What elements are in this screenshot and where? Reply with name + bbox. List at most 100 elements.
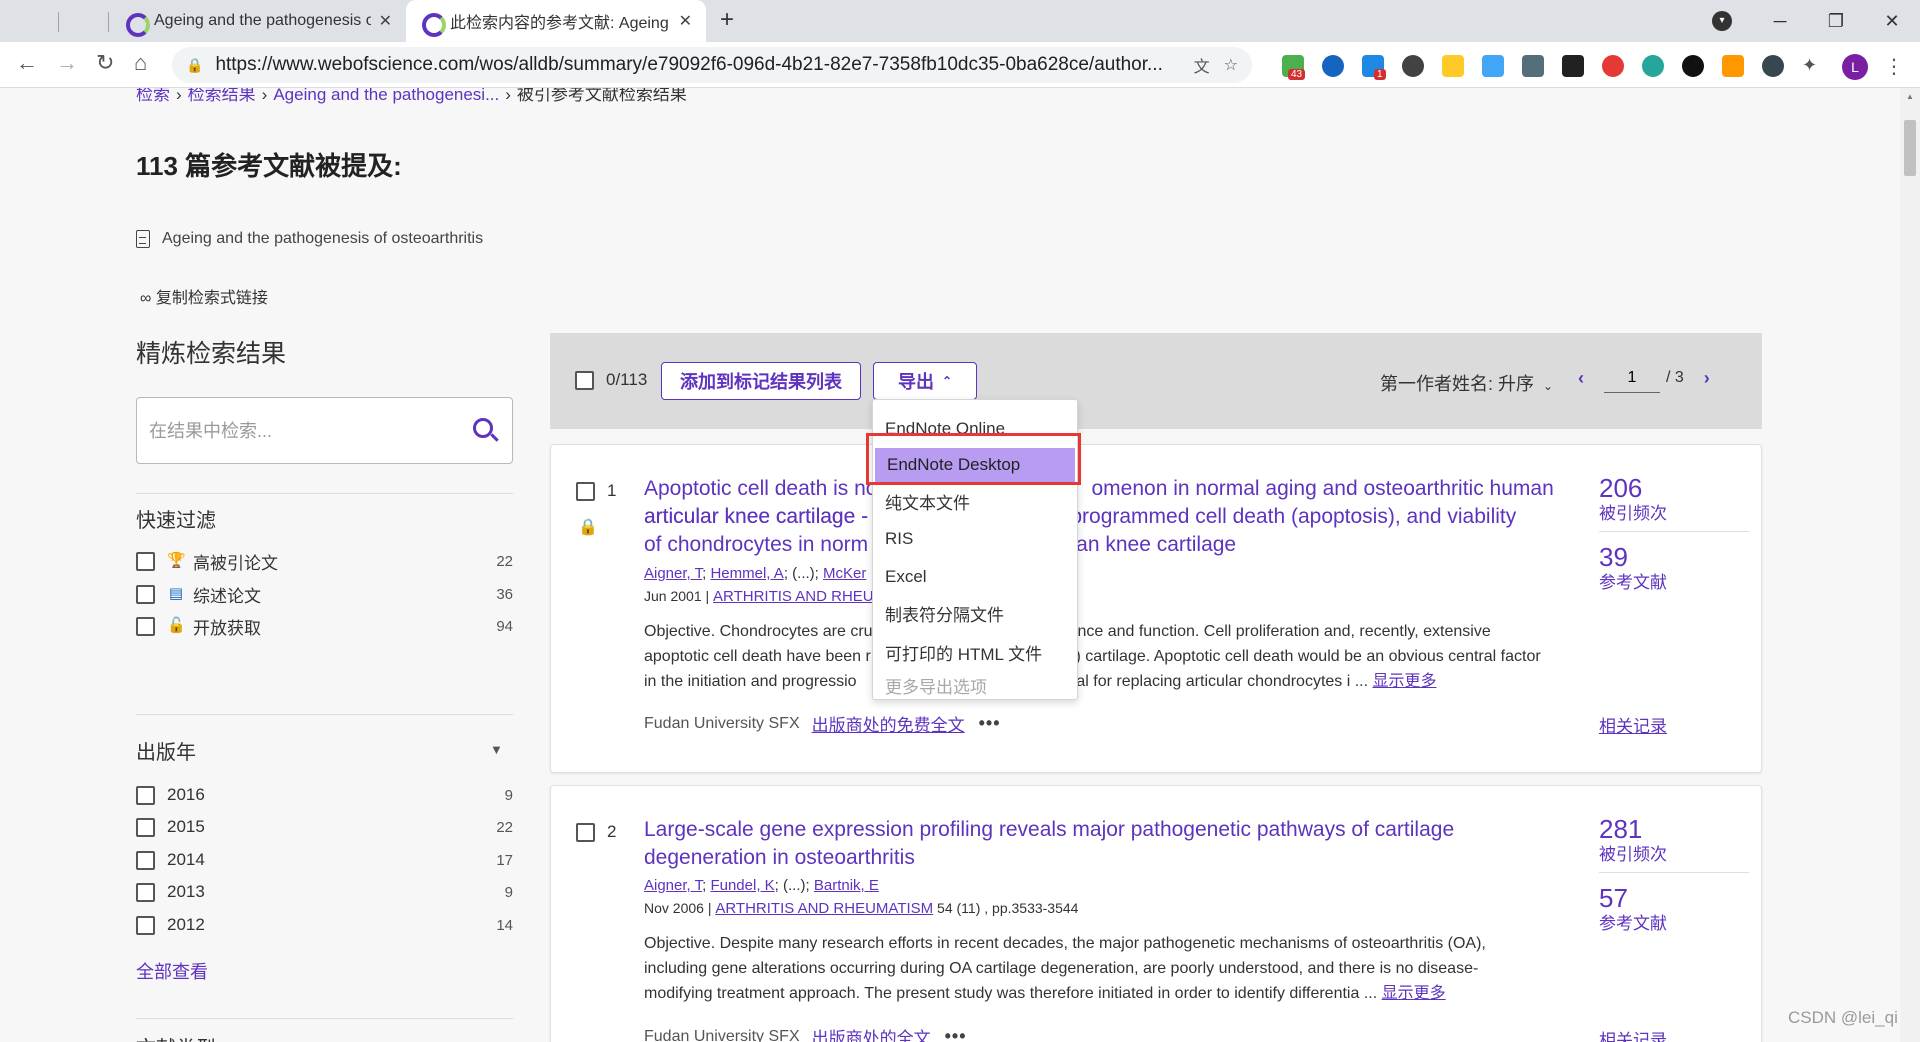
times-cited-count[interactable]: 206	[1599, 473, 1749, 503]
profile-avatar[interactable]: L	[1842, 54, 1868, 80]
checkbox[interactable]	[576, 822, 595, 842]
tab-search-icon[interactable]: ▾	[1712, 11, 1732, 31]
export-button[interactable]: 导出 ⌃	[873, 362, 977, 400]
references-count[interactable]: 39	[1599, 542, 1749, 572]
forward-icon[interactable]: →	[56, 50, 78, 76]
address-bar[interactable]: 🔒 https://www.webofscience.com/wos/alldb…	[172, 47, 1252, 83]
close-icon[interactable]: ✕	[379, 11, 392, 31]
times-cited-count[interactable]: 281	[1599, 814, 1749, 844]
author-link[interactable]: Hemmel, A	[710, 565, 783, 582]
extension-icon[interactable]	[1562, 55, 1584, 77]
result-title-line2-start[interactable]: articular knee cartilage -	[644, 503, 884, 531]
extension-icon[interactable]	[1522, 55, 1544, 77]
extension-icon[interactable]	[1722, 55, 1744, 77]
page-number-input[interactable]	[1604, 363, 1660, 393]
full-text-link[interactable]: 出版商处的全文	[812, 1024, 931, 1042]
checkbox[interactable]	[136, 850, 155, 870]
result-title-line2-end[interactable]: n, programmed cell death (apoptosis), an…	[1047, 503, 1567, 531]
lock-icon[interactable]: 🔒	[186, 57, 203, 74]
export-tab-delimited[interactable]: 制表符分隔文件	[873, 596, 1077, 630]
home-icon[interactable]: ⌂	[134, 50, 147, 76]
grammarly-extension-icon[interactable]	[1642, 55, 1664, 77]
previous-page-icon[interactable]: ‹	[1578, 368, 1584, 389]
sfx-image[interactable]: Fudan University SFX	[644, 715, 800, 733]
checkbox[interactable]	[576, 481, 595, 501]
journal-link[interactable]: ARTHRITIS AND RHEU	[713, 588, 874, 605]
restore-icon[interactable]: ❐	[1808, 11, 1864, 32]
result-title[interactable]: Large-scale gene expression profiling re…	[644, 816, 1564, 872]
scroll-up-icon[interactable]: ▲	[1906, 92, 1914, 101]
extension-icon[interactable]	[1482, 55, 1504, 77]
minimize-icon[interactable]: ─	[1752, 11, 1808, 32]
view-all-link[interactable]: 全部查看	[136, 958, 208, 984]
extension-icon[interactable]	[1682, 55, 1704, 77]
export-excel[interactable]: Excel	[873, 560, 1077, 594]
close-window-icon[interactable]: ✕	[1864, 11, 1920, 32]
show-more-link[interactable]: 显示更多	[1382, 985, 1446, 1002]
add-to-marked-list-button[interactable]: 添加到标记结果列表	[661, 362, 861, 400]
export-ris[interactable]: RIS	[873, 522, 1077, 556]
checkbox[interactable]	[136, 584, 155, 604]
year-filter[interactable]: 2012 14	[136, 912, 513, 938]
breadcrumb-link[interactable]: 检索	[136, 88, 170, 104]
select-all[interactable]: 0/113	[575, 370, 647, 390]
author-link[interactable]: McKer	[823, 565, 866, 582]
search-icon[interactable]	[473, 418, 493, 438]
close-icon[interactable]: ✕	[679, 11, 692, 31]
sort-dropdown[interactable]: 第一作者姓名: 升序 ⌄	[1380, 370, 1553, 396]
new-tab-button[interactable]: +	[720, 6, 734, 34]
checkbox[interactable]	[136, 551, 155, 571]
related-records-link[interactable]: 相关记录	[1599, 1026, 1667, 1042]
more-options-icon[interactable]: •••	[979, 713, 1001, 734]
publication-year-title[interactable]: 出版年	[136, 736, 196, 765]
result-select[interactable]: 1	[576, 481, 616, 501]
sfx-image[interactable]: Fudan University SFX	[644, 1028, 800, 1042]
quick-filter-highly-cited[interactable]: 🏆 高被引论文 22	[136, 548, 513, 574]
select-all-checkbox[interactable]	[575, 370, 594, 390]
show-more-link[interactable]: 显示更多	[1373, 673, 1437, 690]
export-printable-html[interactable]: 可打印的 HTML 文件	[873, 635, 1077, 669]
checkbox[interactable]	[136, 915, 155, 935]
year-filter[interactable]: 2013 9	[136, 879, 513, 905]
clock-extension-icon[interactable]	[1402, 55, 1424, 77]
author-link[interactable]: Aigner, T	[644, 565, 702, 582]
more-options-icon[interactable]: •••	[945, 1026, 967, 1042]
extension-icon[interactable]	[1322, 55, 1344, 77]
reload-icon[interactable]: ↻	[96, 50, 114, 76]
result-title-line3-end[interactable]: uman knee cartilage	[1047, 531, 1367, 559]
quick-filter-review[interactable]: ▤ 综述论文 36	[136, 581, 513, 607]
weibo-extension-icon[interactable]	[1602, 55, 1624, 77]
related-records-link[interactable]: 相关记录	[1599, 712, 1667, 737]
journal-link[interactable]: ARTHRITIS AND RHEUMATISM	[715, 900, 933, 917]
browser-menu-icon[interactable]: ⋮	[1884, 54, 1904, 79]
year-filter[interactable]: 2016 9	[136, 782, 513, 808]
checkbox[interactable]	[136, 616, 155, 636]
checkbox[interactable]	[136, 817, 155, 837]
author-link[interactable]: Aigner, T	[644, 877, 702, 894]
extension-icon[interactable]	[1762, 55, 1784, 77]
checkbox[interactable]	[136, 785, 155, 805]
quick-filter-open-access[interactable]: 🔓 开放获取 94	[136, 613, 513, 639]
bookmark-star-icon[interactable]: ☆	[1224, 55, 1238, 75]
full-text-link[interactable]: 出版商处的免费全文	[812, 711, 965, 736]
references-count[interactable]: 57	[1599, 883, 1749, 913]
year-filter[interactable]: 2015 22	[136, 814, 513, 840]
result-title-line3-start[interactable]: of chondrocytes in norm	[644, 531, 884, 559]
browser-tab-active[interactable]: 此检索内容的参考文献: Ageing ✕	[406, 0, 706, 42]
author-link[interactable]: Bartnik, E	[814, 877, 879, 894]
breadcrumb-link[interactable]: 检索结果	[188, 88, 256, 104]
page-scrollbar[interactable]: ▲	[1900, 88, 1920, 1042]
chevron-down-icon[interactable]: ▼	[490, 742, 503, 757]
refine-search-input[interactable]	[149, 416, 459, 446]
author-link[interactable]: Fundel, K	[710, 877, 774, 894]
next-page-icon[interactable]: ›	[1704, 368, 1710, 389]
export-plain-text[interactable]: 纯文本文件	[873, 484, 1077, 518]
scrollbar-thumb[interactable]	[1904, 120, 1916, 176]
folder-extension-icon[interactable]	[1442, 55, 1464, 77]
copy-query-link[interactable]: ∞ 复制检索式链接	[140, 284, 268, 308]
translate-icon[interactable]: 文	[1194, 53, 1210, 77]
document-type-title[interactable]: 文献类型	[136, 1032, 216, 1042]
puzzle-extensions-icon[interactable]: ✦	[1802, 55, 1824, 77]
checkbox[interactable]	[136, 882, 155, 902]
browser-tab-inactive[interactable]: Ageing and the pathogenesis of ✕	[110, 0, 406, 42]
